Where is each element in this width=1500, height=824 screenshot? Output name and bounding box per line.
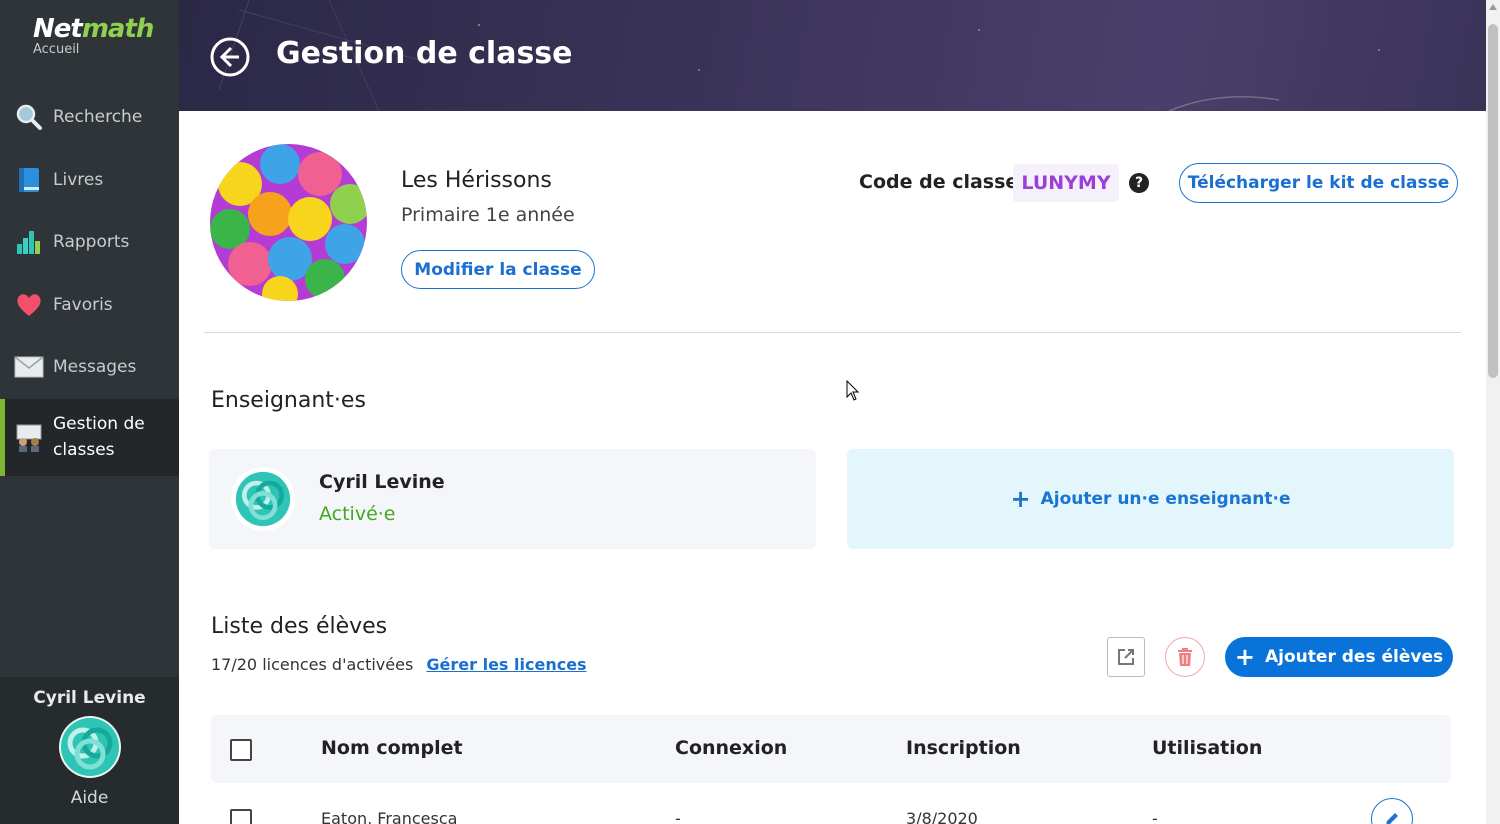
add-students-button[interactable]: + Ajouter des élèves xyxy=(1225,637,1453,677)
trash-icon xyxy=(1178,648,1192,666)
teachers-section-title: Enseignant·es xyxy=(211,388,366,413)
sidebar-nav: Recherche Livres Rapports Favoris Messag… xyxy=(0,86,179,476)
table-row[interactable]: Eaton, Francesca - 3/8/2020 - xyxy=(211,783,1451,824)
licenses-count: 17/20 licences d'activées xyxy=(211,655,414,674)
reports-icon xyxy=(14,227,44,257)
user-name: Cyril Levine xyxy=(33,688,146,708)
page-header: Gestion de classe xyxy=(179,0,1486,111)
class-code-value: LUNYMY xyxy=(1013,164,1119,202)
home-link[interactable]: Accueil xyxy=(33,42,153,57)
external-link-icon xyxy=(1118,649,1134,665)
select-all-checkbox[interactable] xyxy=(230,739,252,761)
sidebar-item-favoris[interactable]: Favoris xyxy=(0,274,179,337)
back-button[interactable] xyxy=(210,37,250,77)
sidebar-item-messages[interactable]: Messages xyxy=(0,336,179,399)
brand-name: Netmath xyxy=(33,14,154,44)
edit-class-button[interactable]: Modifier la classe xyxy=(401,250,595,289)
sidebar-item-livres[interactable]: Livres xyxy=(0,149,179,212)
mouse-cursor-icon xyxy=(846,380,860,401)
heart-icon xyxy=(14,290,44,320)
netmath-logo[interactable]: Netmath Accueil xyxy=(33,14,154,57)
class-name: Les Hérissons xyxy=(401,168,552,193)
add-students-label: Ajouter des élèves xyxy=(1265,647,1444,667)
student-inscription: 3/8/2020 xyxy=(906,809,978,824)
class-level: Primaire 1e année xyxy=(401,204,575,226)
pencil-icon xyxy=(1386,813,1398,824)
sidebar-user-panel: Cyril Levine Aide xyxy=(0,677,179,824)
student-connexion: - xyxy=(675,809,681,824)
column-header-utilisation[interactable]: Utilisation xyxy=(1152,737,1262,759)
class-management-icon xyxy=(14,422,44,452)
section-divider xyxy=(204,332,1461,333)
help-link[interactable]: Aide xyxy=(0,788,179,808)
book-icon xyxy=(14,165,44,195)
search-icon xyxy=(14,102,44,132)
students-section-title: Liste des élèves xyxy=(211,614,388,639)
app-window: Netmath Accueil Recherche Livres Rapport… xyxy=(0,0,1500,824)
download-class-kit-button[interactable]: Télécharger le kit de classe xyxy=(1179,163,1458,203)
envelope-icon xyxy=(14,352,44,382)
edit-student-button[interactable] xyxy=(1371,798,1413,824)
sidebar-item-label: Messages xyxy=(53,357,137,378)
sidebar-item-label: Favoris xyxy=(53,294,113,315)
sidebar-item-label: Gestion de classes xyxy=(53,414,145,460)
add-teacher-label: Ajouter un·e enseignant·e xyxy=(1040,489,1291,509)
plus-icon: + xyxy=(1010,485,1031,513)
sidebar-item-rapports[interactable]: Rapports xyxy=(0,211,179,274)
back-arrow-icon xyxy=(210,37,250,77)
licenses-info: 17/20 licences d'activées Gérer les lice… xyxy=(211,655,587,674)
column-header-inscription[interactable]: Inscription xyxy=(906,737,1021,759)
student-name: Eaton, Francesca xyxy=(321,809,458,824)
user-avatar[interactable] xyxy=(58,716,121,778)
column-header-connexion[interactable]: Connexion xyxy=(675,737,787,759)
manage-licenses-link[interactable]: Gérer les licences xyxy=(426,655,586,674)
scroll-up-arrow-icon[interactable] xyxy=(1489,4,1497,10)
question-icon[interactable]: ? xyxy=(1129,173,1149,193)
sidebar: Netmath Accueil Recherche Livres Rapport… xyxy=(0,0,179,824)
teacher-status: Activé·e xyxy=(319,503,396,525)
scrollbar-thumb[interactable] xyxy=(1488,24,1498,378)
sidebar-item-label: Recherche xyxy=(53,107,143,128)
sidebar-item-gestion-de-classes[interactable]: Gestion de classes xyxy=(0,398,179,476)
sidebar-item-label: Rapports xyxy=(53,232,130,253)
teacher-avatar xyxy=(231,467,295,531)
delete-button[interactable] xyxy=(1165,637,1205,677)
sidebar-item-label: Livres xyxy=(53,169,104,190)
class-avatar-balloons xyxy=(210,144,367,301)
add-teacher-button[interactable]: + Ajouter un·e enseignant·e xyxy=(847,449,1454,549)
plus-icon: + xyxy=(1234,643,1256,671)
row-checkbox[interactable] xyxy=(230,809,252,824)
sidebar-item-recherche[interactable]: Recherche xyxy=(0,86,179,149)
column-header-name[interactable]: Nom complet xyxy=(321,737,463,759)
vertical-scrollbar[interactable] xyxy=(1486,0,1500,824)
students-table-header: Nom complet Connexion Inscription Utilis… xyxy=(211,715,1451,783)
main-content: Les Hérissons Primaire 1e année Modifier… xyxy=(179,111,1486,824)
teacher-card[interactable]: Cyril Levine Activé·e xyxy=(209,449,816,549)
teacher-name: Cyril Levine xyxy=(319,471,445,493)
student-utilisation: - xyxy=(1152,809,1158,824)
class-code-label: Code de classe xyxy=(859,171,1019,193)
export-button[interactable] xyxy=(1107,637,1145,677)
page-title: Gestion de classe xyxy=(276,36,573,71)
